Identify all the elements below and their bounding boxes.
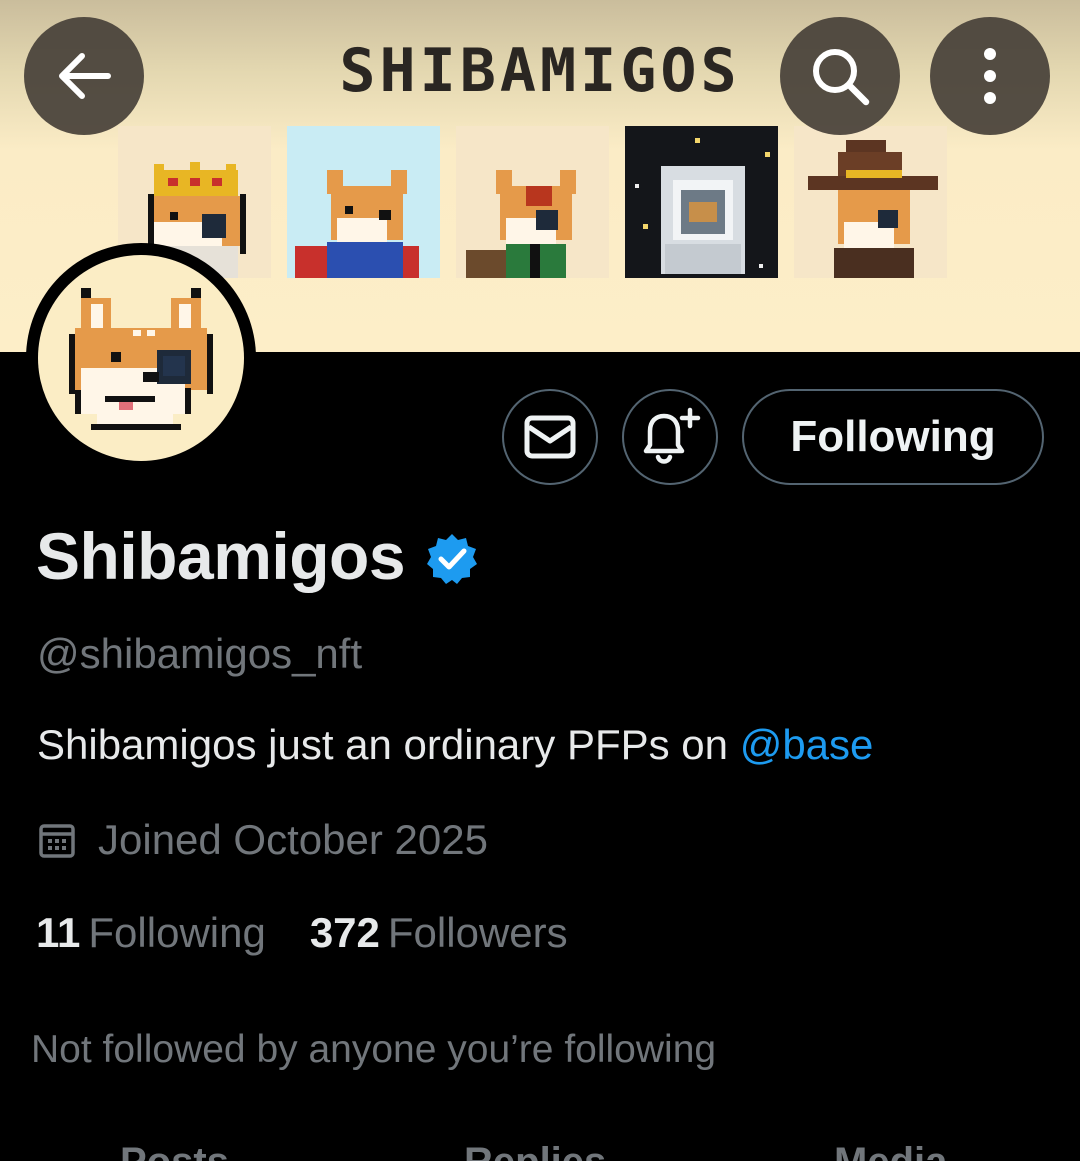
message-button[interactable] [502, 389, 598, 485]
user-handle: @shibamigos_nft [37, 630, 363, 677]
search-icon [813, 49, 870, 106]
followers-label: Followers [387, 909, 568, 956]
tab-replies[interactable]: Replies [464, 1140, 606, 1161]
profile-avatar[interactable] [26, 243, 256, 473]
bio-text: Shibamigos just an ordinary PFPs on [37, 721, 740, 768]
follow-stats: 11 Following 372 Followers [36, 909, 568, 957]
avatar-image [38, 255, 244, 461]
banner-title: SHIBAMIGOS [339, 36, 741, 106]
joined-row: Joined October 2025 [38, 816, 488, 864]
nft-scarred-shiba [456, 126, 609, 278]
following-button[interactable]: Following [742, 389, 1044, 485]
nft-cowboy-shiba [794, 126, 947, 278]
following-count: 11 [36, 909, 81, 956]
search-button[interactable] [780, 17, 900, 135]
bio-mention-link[interactable]: @base [740, 721, 874, 768]
profile-bio: Shibamigos just an ordinary PFPs on @bas… [37, 721, 873, 769]
arrow-left-icon [59, 53, 111, 99]
mail-icon [524, 415, 576, 459]
followers-count-link[interactable]: 372 Followers [310, 909, 568, 957]
notifications-button[interactable] [622, 389, 718, 485]
followers-count: 372 [309, 909, 380, 956]
more-button[interactable] [930, 17, 1050, 135]
bell-plus-icon [643, 407, 701, 464]
more-vertical-icon [984, 48, 996, 104]
name-row: Shibamigos [36, 518, 479, 594]
nft-caped-shiba [287, 126, 440, 278]
profile-tabs: Posts Replies Media [0, 1140, 1080, 1161]
verified-badge-icon[interactable] [425, 532, 479, 586]
nft-astronaut-shiba [625, 126, 778, 278]
calendar-icon [39, 824, 75, 858]
back-button[interactable] [24, 17, 144, 135]
following-label: Following [88, 909, 266, 956]
following-count-link[interactable]: 11 Following [36, 909, 266, 957]
joined-date: Joined October 2025 [98, 816, 488, 863]
tab-posts[interactable]: Posts [120, 1140, 229, 1161]
display-name: Shibamigos [36, 519, 406, 593]
mutual-followers-note: Not followed by anyone you’re following [31, 1028, 717, 1071]
tab-media[interactable]: Media [834, 1140, 947, 1161]
